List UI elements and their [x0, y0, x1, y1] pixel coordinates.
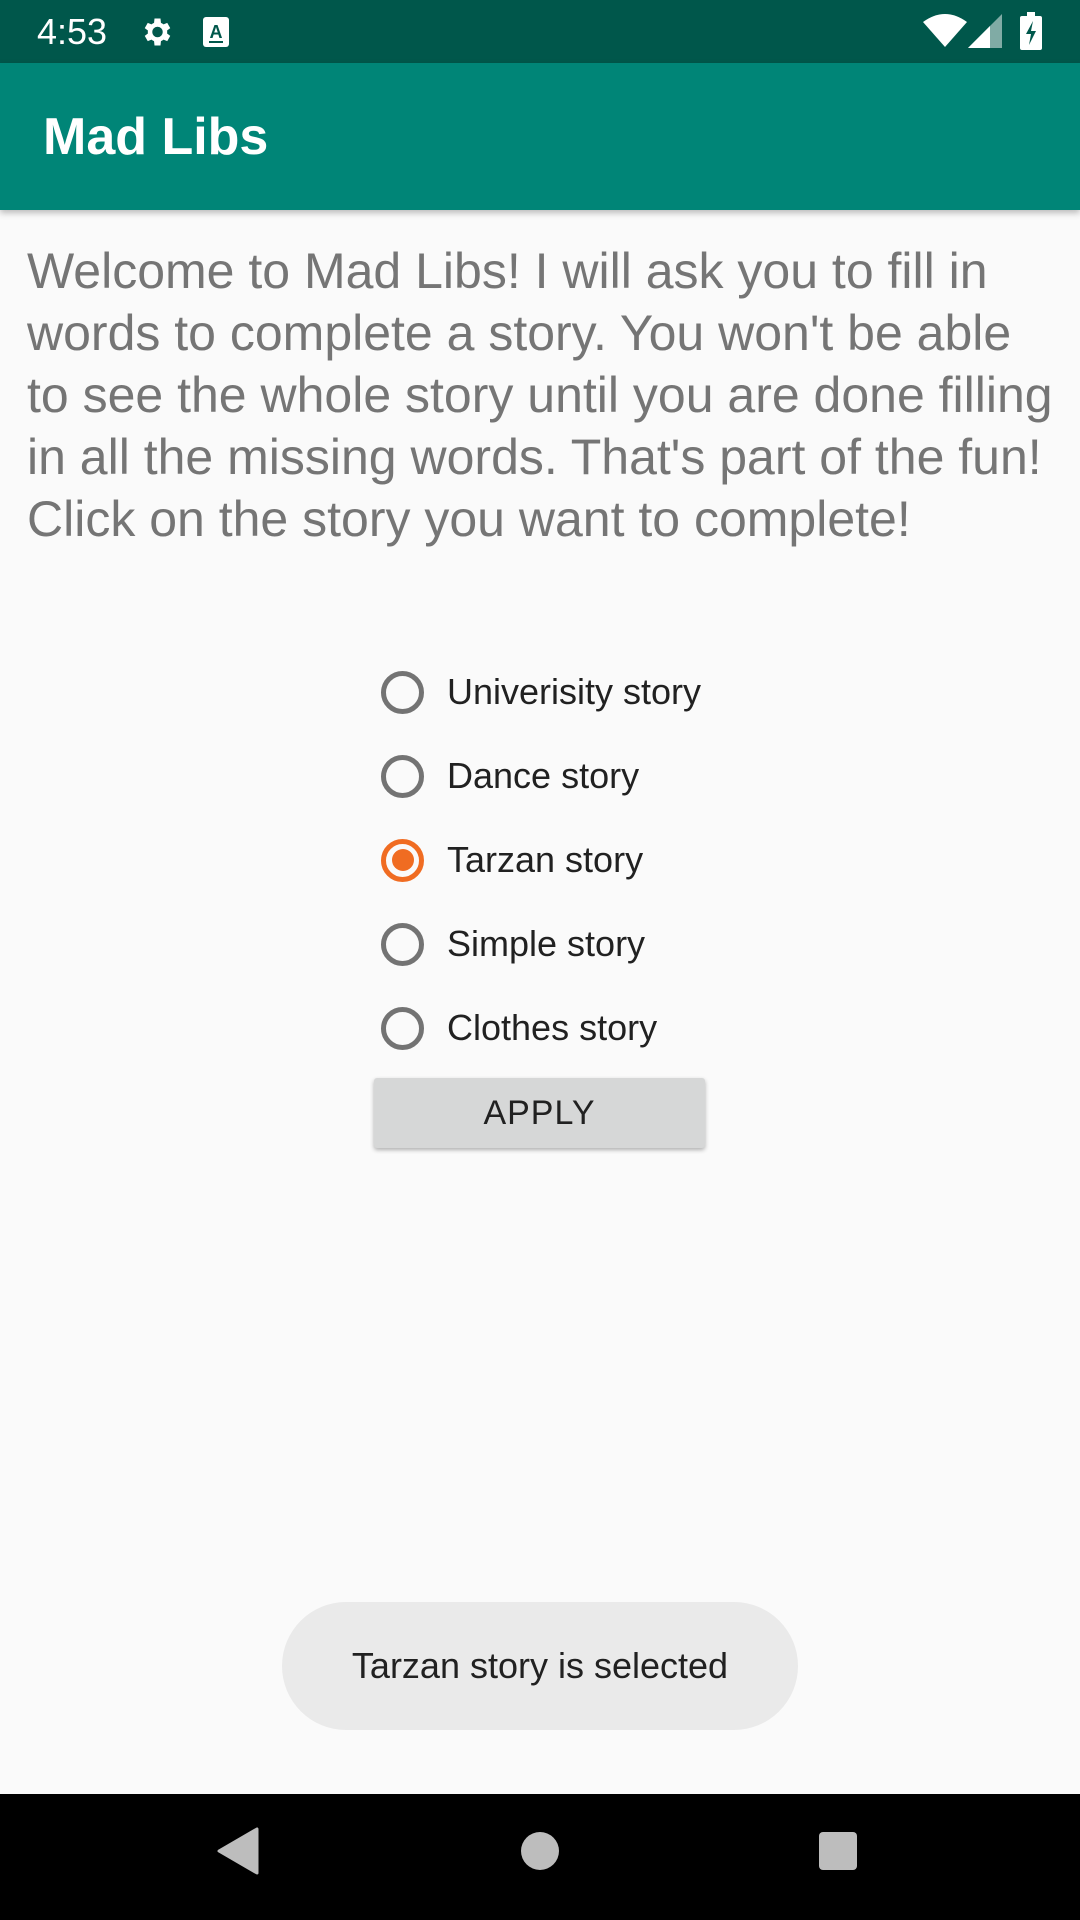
radio-option-dance-story[interactable]: Dance story	[378, 734, 898, 818]
battery-charging-icon	[1020, 12, 1042, 55]
radio-label: Dance story	[447, 755, 640, 796]
radio-option-tarzan-story[interactable]: Tarzan story	[378, 818, 898, 902]
status-time: 4:53	[37, 11, 108, 52]
radio-label: Simple story	[447, 923, 646, 964]
status-bar: 4:53 A	[0, 0, 1080, 63]
apply-button[interactable]: APPLY	[374, 1078, 705, 1148]
keyboard-a-icon: A	[202, 16, 230, 53]
toast-message: Tarzan story is selected	[282, 1602, 798, 1730]
back-icon[interactable]	[217, 1827, 259, 1880]
radio-label: Clothes story	[447, 1007, 658, 1048]
radio-checked-icon	[381, 838, 424, 882]
radio-option-university-story[interactable]: Univerisity story	[378, 650, 898, 734]
radio-unchecked-icon	[381, 922, 424, 966]
app-bar: Mad Libs	[0, 63, 1080, 210]
story-radio-group: Univerisity story Dance story Tarzan sto…	[378, 650, 898, 1070]
app-title: Mad Libs	[43, 108, 269, 166]
wifi-icon	[923, 14, 967, 53]
radio-option-clothes-story[interactable]: Clothes story	[378, 986, 898, 1070]
intro-text: Welcome to Mad Libs! I will ask you to f…	[27, 243, 1053, 547]
radio-unchecked-icon	[381, 1006, 424, 1050]
settings-icon	[138, 14, 174, 55]
navigation-bar	[0, 1794, 1080, 1920]
radio-unchecked-icon	[381, 754, 424, 798]
radio-option-simple-story[interactable]: Simple story	[378, 902, 898, 986]
radio-unchecked-icon	[381, 670, 424, 714]
svg-text:A: A	[210, 22, 223, 42]
home-icon[interactable]	[519, 1830, 561, 1877]
radio-label: Univerisity story	[447, 671, 702, 712]
radio-label: Tarzan story	[447, 839, 644, 880]
recents-icon[interactable]	[818, 1831, 858, 1876]
radio-dot	[391, 849, 414, 871]
signal-icon	[968, 14, 1002, 53]
